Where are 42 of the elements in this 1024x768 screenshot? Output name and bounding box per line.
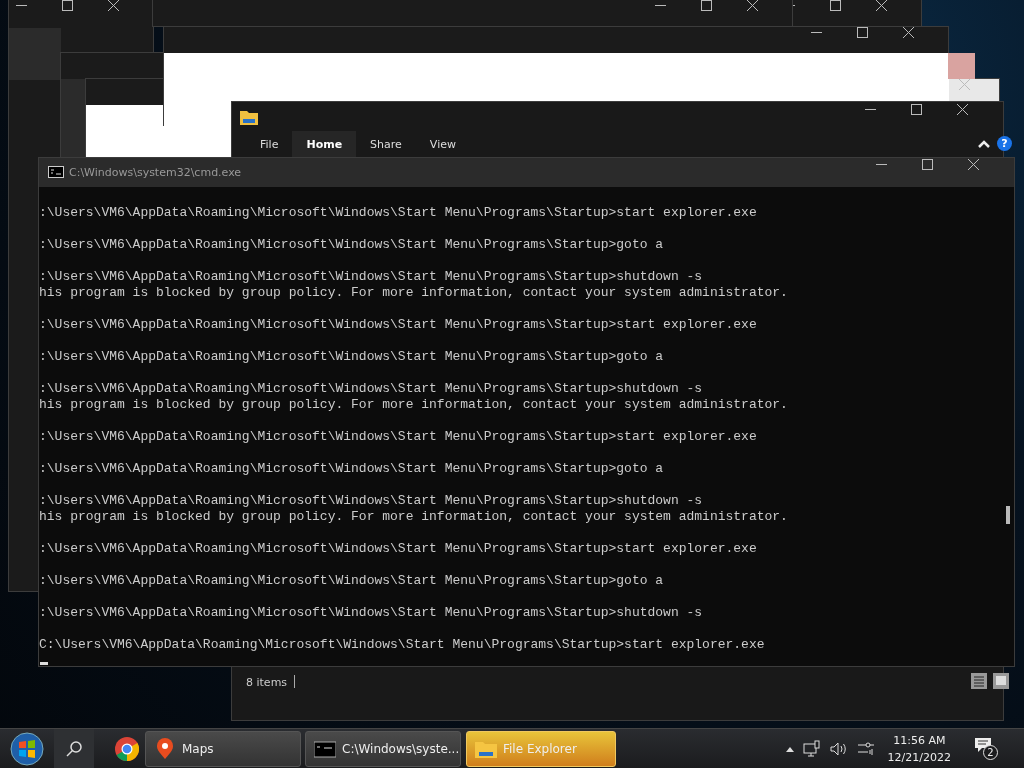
sliders-icon[interactable] xyxy=(856,740,875,757)
console-line: :\Users\VM6\AppData\Roaming\Microsoft\Windows\Start Menu\Programs\Startup>shutdown -s xyxy=(39,605,704,621)
ribbon-tab[interactable]: Home xyxy=(292,131,357,158)
console-line: his program is blocked by group policy. For more information, contact your system administrator. xyxy=(39,285,788,301)
console-line: his program is blocked by group policy. For more information, contact your system administrator. xyxy=(39,509,788,525)
help-button[interactable]: ? xyxy=(997,136,1012,151)
taskbar-button[interactable]: C:\Windows\syste... xyxy=(305,730,461,767)
console-line: his program is blocked by group policy. For more information, contact your system administrator. xyxy=(39,397,788,413)
start-orb-icon[interactable] xyxy=(10,731,44,766)
console-line: :\Users\VM6\AppData\Roaming\Microsoft\Windows\Start Menu\Programs\Startup>goto a xyxy=(39,349,665,365)
console-line: C:\Users\VM6\AppData\Roaming\Microsoft\Windows\Start Menu\Programs\Startup>start explorer.exe xyxy=(39,637,766,653)
console-line: :\Users\VM6\AppData\Roaming\Microsoft\Windows\Start Menu\Programs\Startup>goto a xyxy=(39,461,665,477)
ribbon-tab[interactable]: Share xyxy=(356,131,416,158)
ribbon-tab[interactable]: File xyxy=(246,131,293,158)
show-hidden-icons-arrow-icon[interactable] xyxy=(785,745,794,752)
separator-icon xyxy=(294,675,295,688)
console-line: :\Users\VM6\AppData\Roaming\Microsoft\Windows\Start Menu\Programs\Startup>shutdown -s xyxy=(39,493,704,509)
console-line: :\Users\VM6\AppData\Roaming\Microsoft\Windows\Start Menu\Programs\Startup>goto a xyxy=(39,237,665,253)
console-line: :\Users\VM6\AppData\Roaming\Microsoft\Windows\Start Menu\Programs\Startup>start explorer.exe xyxy=(39,317,758,333)
console-line: :\Users\VM6\AppData\Roaming\Microsoft\Windows\Start Menu\Programs\Startup>start explorer.exe xyxy=(39,541,758,557)
scrollbar-thumb[interactable] xyxy=(1006,506,1010,524)
folder-icon xyxy=(240,109,258,125)
search-icon[interactable] xyxy=(54,729,94,768)
network-icon[interactable] xyxy=(802,739,821,758)
taskbar-button[interactable]: Maps xyxy=(145,730,301,767)
browser-icon[interactable] xyxy=(115,736,139,761)
console-line: :\Users\VM6\AppData\Roaming\Microsoft\Windows\Start Menu\Programs\Startup>goto a xyxy=(39,573,665,589)
ribbon-tab[interactable]: View xyxy=(415,131,470,158)
speaker-icon[interactable] xyxy=(829,740,848,757)
window-fragment xyxy=(948,53,975,79)
clock-time[interactable]: 11:56 AM xyxy=(887,731,951,749)
status-text: 8 items xyxy=(246,675,288,691)
console-line: :\Users\VM6\AppData\Roaming\Microsoft\Windows\Start Menu\Programs\Startup>start explorer.exe xyxy=(39,205,758,221)
console-line: :\Users\VM6\AppData\Roaming\Microsoft\Windows\Start Menu\Programs\Startup>shutdown -s xyxy=(39,269,704,285)
console-line: :\Users\VM6\AppData\Roaming\Microsoft\Windows\Start Menu\Programs\Startup>shutdown -s xyxy=(39,381,704,397)
text-cursor xyxy=(40,662,48,665)
console-line: :\Users\VM6\AppData\Roaming\Microsoft\Windows\Start Menu\Programs\Startup>start explorer.exe xyxy=(39,429,758,445)
map-pin-icon xyxy=(154,737,176,760)
console-icon xyxy=(48,166,64,178)
window-title: C:\Windows\system32\cmd.exe xyxy=(69,165,242,181)
clock-date[interactable]: 12/21/2022 xyxy=(887,748,951,766)
chevron-up-icon[interactable] xyxy=(978,139,990,149)
